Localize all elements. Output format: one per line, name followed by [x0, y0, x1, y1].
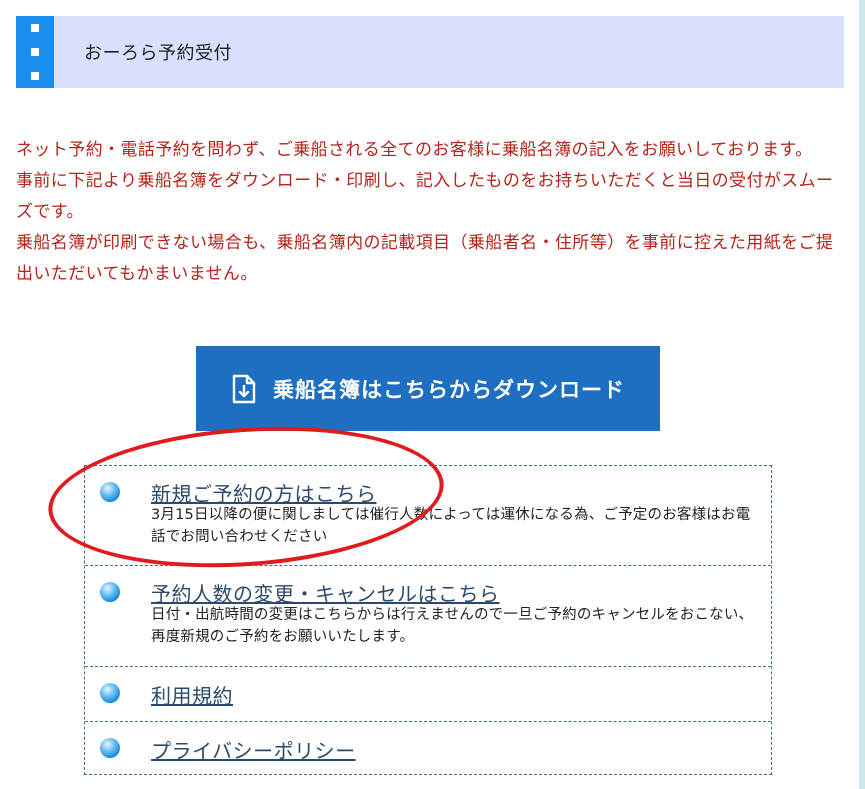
list-item: 新規ご予約の方はこちら 3月15日以降の便に関しましては催行人数によっては運休に… — [85, 466, 771, 565]
notice-text: ネット予約・電話予約を問わず、ご乗船される全てのお客様に乗船名簿の記入をお願いし… — [16, 135, 846, 290]
square-bullet-icon — [31, 72, 39, 80]
blue-bullet-icon — [100, 582, 120, 602]
square-bullet-icon — [31, 48, 39, 56]
list-item: 予約人数の変更・キャンセルはこちら 日付・出航時間の変更はこちらからは行えません… — [85, 565, 771, 666]
blue-bullet-icon — [100, 683, 120, 703]
file-download-icon — [232, 374, 256, 403]
header-accent-bar — [16, 16, 54, 88]
terms-of-use-link[interactable]: 利用規約 — [151, 680, 233, 709]
blue-bullet-icon — [100, 482, 120, 502]
download-roster-button[interactable]: 乗船名簿はこちらからダウンロード — [196, 346, 660, 431]
notice-paragraph: 乗船名簿が印刷できない場合も、乗船名簿内の記載項目（乗船者名・住所等）を事前に控… — [16, 233, 834, 284]
new-reservation-link[interactable]: 新規ご予約の方はこちら — [151, 478, 377, 507]
notice-paragraph: 事前に下記より乗船名簿をダウンロード・印刷し、記入したものをお持ちいただくと当日… — [16, 171, 834, 222]
link-description: 日付・出航時間の変更はこちらからは行えませんので一旦ご予約のキャンセルをおこない… — [151, 607, 754, 645]
section-header: おーろら予約受付 — [16, 16, 844, 88]
notice-paragraph: ネット予約・電話予約を問わず、ご乗船される全てのお客様に乗船名簿の記入をお願いし… — [16, 140, 813, 160]
blue-bullet-icon — [100, 738, 120, 758]
privacy-policy-link[interactable]: プライバシーポリシー — [151, 735, 356, 764]
section-title: おーろら予約受付 — [84, 43, 232, 64]
page-right-edge — [859, 0, 865, 789]
download-button-label: 乗船名簿はこちらからダウンロード — [273, 377, 625, 402]
reservation-link-list: 新規ご予約の方はこちら 3月15日以降の便に関しましては催行人数によっては運休に… — [84, 465, 772, 775]
list-item: 利用規約 — [85, 666, 771, 721]
list-item: プライバシーポリシー — [85, 721, 771, 775]
square-bullet-icon — [31, 24, 39, 32]
change-cancel-reservation-link[interactable]: 予約人数の変更・キャンセルはこちら — [151, 578, 500, 607]
link-description: 3月15日以降の便に関しましては催行人数によっては運休になる為、ご予定のお客様は… — [151, 507, 751, 545]
